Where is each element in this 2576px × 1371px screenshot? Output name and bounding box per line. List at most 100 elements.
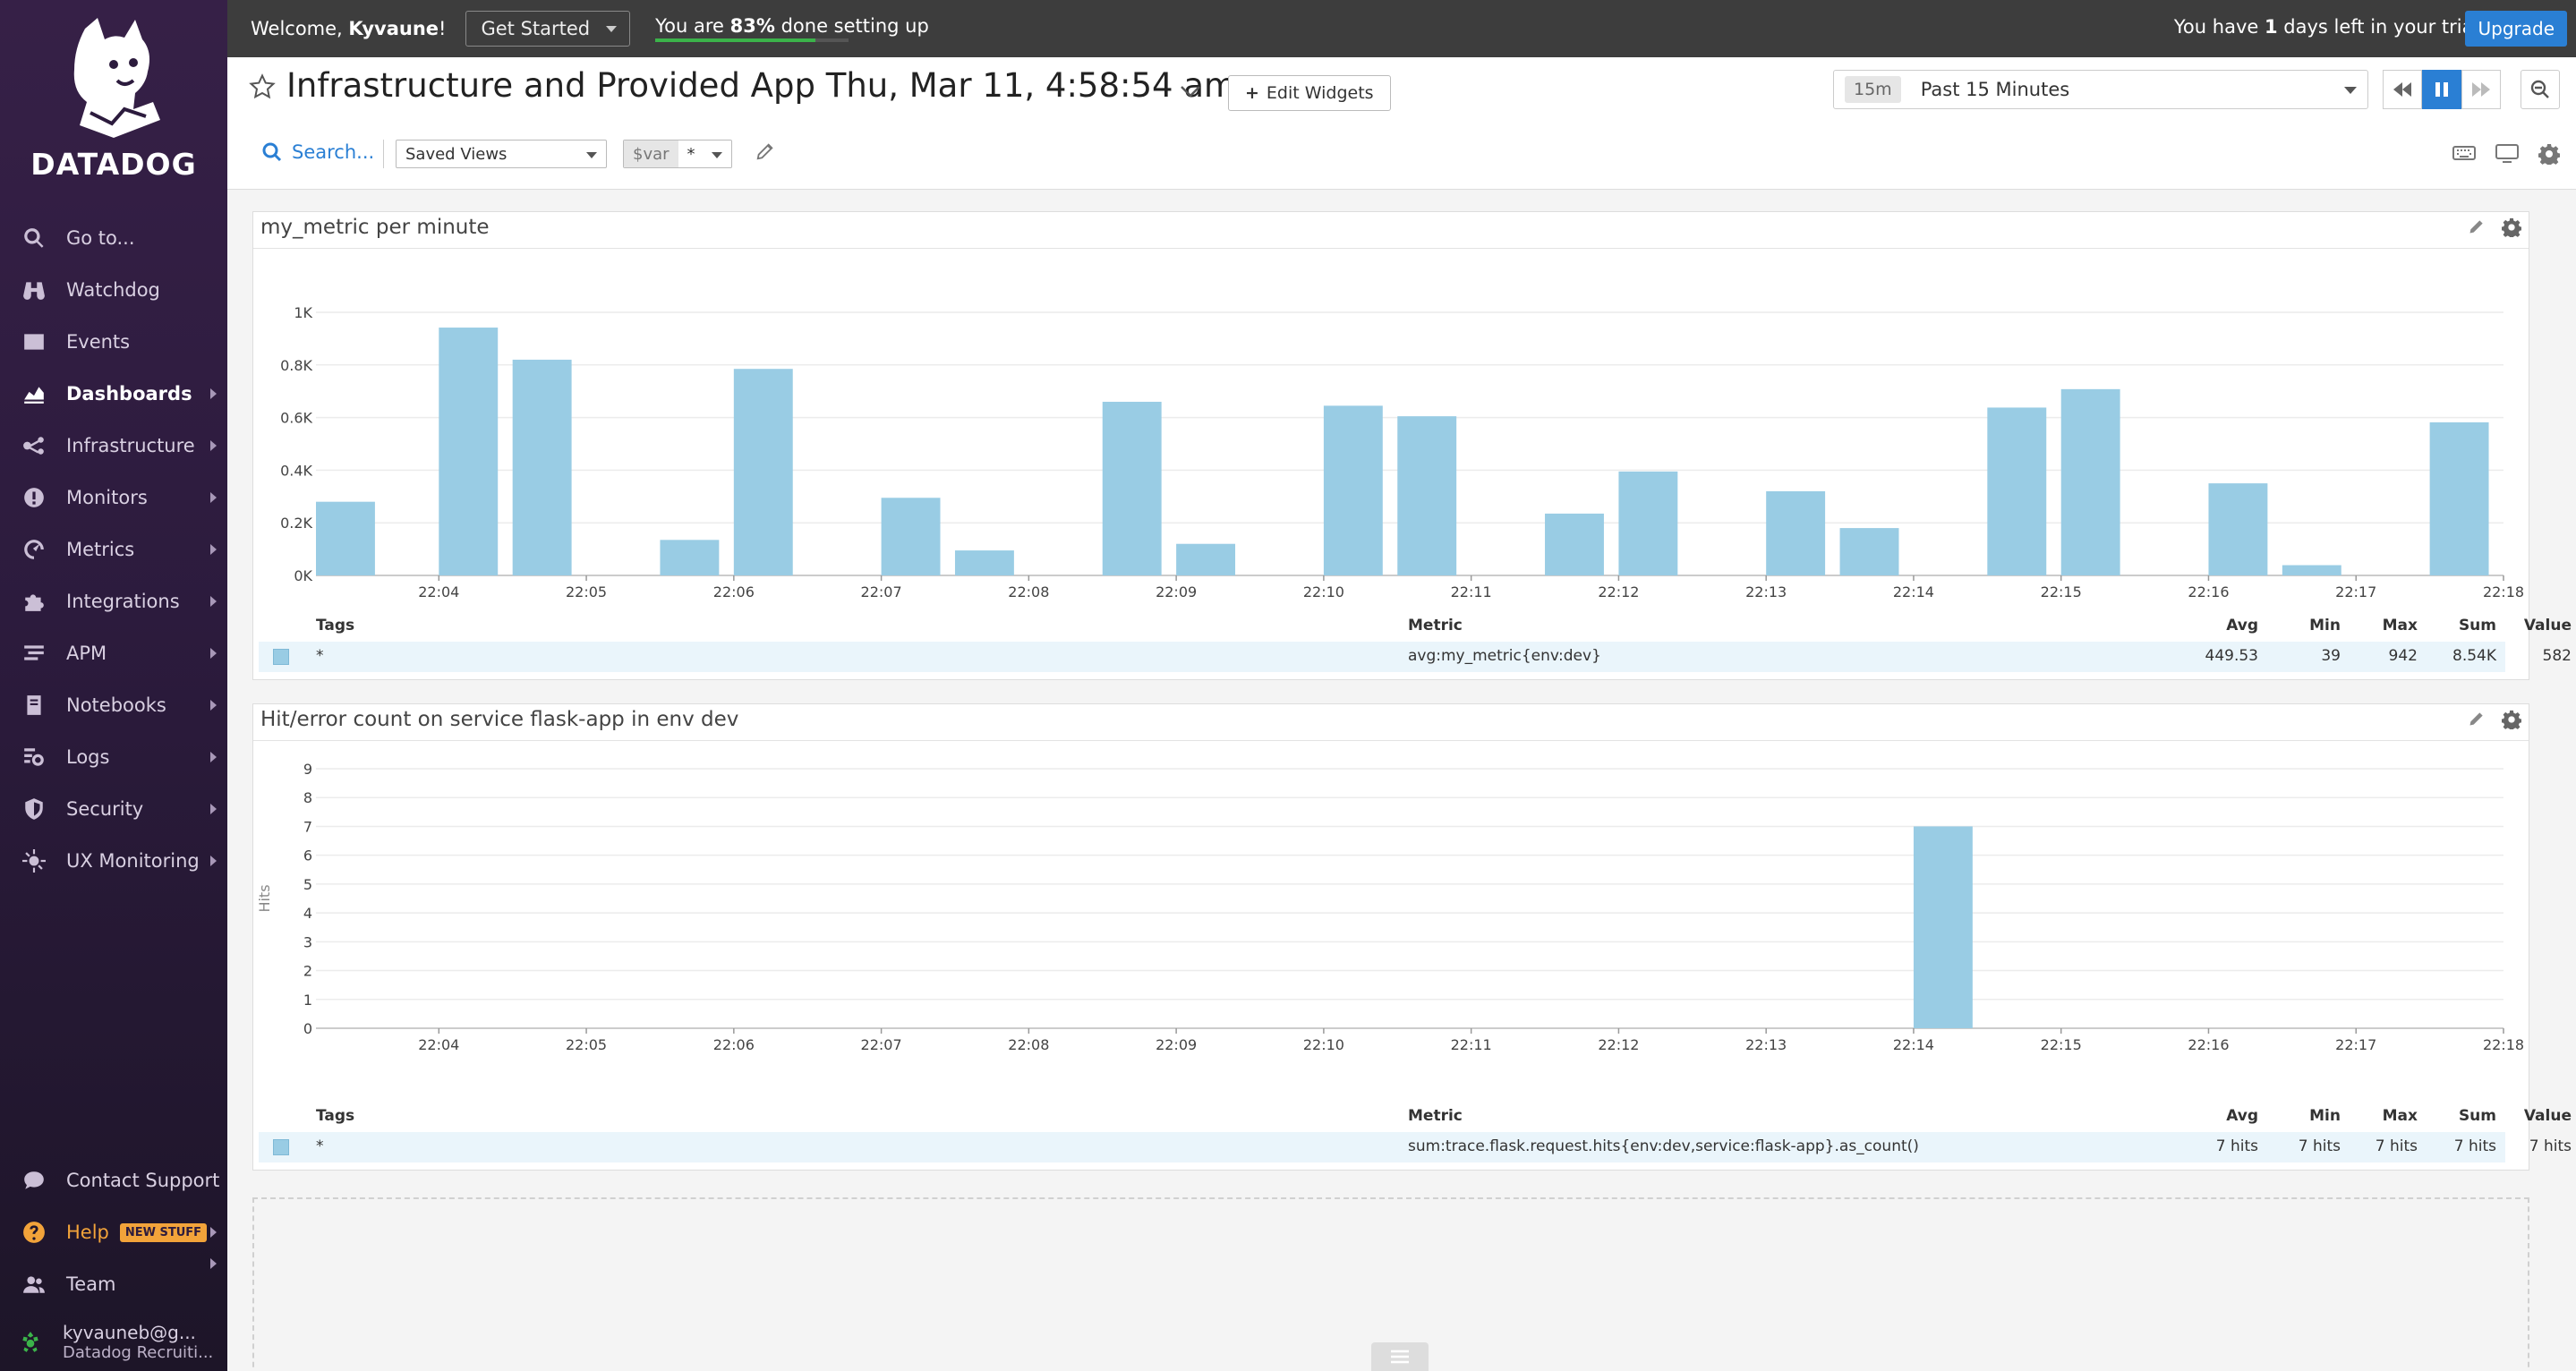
time-range-picker[interactable]: 15m Past 15 Minutes	[1833, 70, 2368, 109]
trial-message: You have 1 days left in your trial.	[2174, 16, 2485, 38]
chart-bar	[1545, 513, 1604, 575]
sidebar-item-label: APM	[66, 643, 107, 664]
x-tick-label: 22:04	[418, 583, 459, 600]
legend-header-avg: Avg	[2226, 1107, 2258, 1125]
chart-bar	[1323, 405, 1383, 575]
sidebar-item-notebooks[interactable]: Notebooks	[0, 679, 227, 731]
new-stuff-badge: NEW STUFF	[119, 1222, 208, 1242]
x-tick-label: 22:08	[1008, 583, 1049, 600]
widget-tray-toggle[interactable]	[1371, 1342, 1429, 1371]
chart-bar	[1618, 471, 1678, 575]
contact-support-label: Contact Support	[66, 1170, 220, 1191]
dashboard-icon	[21, 381, 47, 406]
sidebar-item-dashboards[interactable]: Dashboards	[0, 368, 227, 420]
user-org: Datadog Recruiti...	[63, 1342, 214, 1362]
template-variable-value[interactable]: *	[678, 141, 731, 167]
pause-button[interactable]	[2422, 70, 2461, 109]
x-tick-label: 22:14	[1893, 583, 1934, 600]
template-variable[interactable]: $var *	[623, 140, 732, 168]
chevron-right-icon	[210, 804, 217, 814]
x-tick-label: 22:07	[861, 1036, 902, 1053]
x-tick-label: 22:05	[566, 1036, 607, 1053]
help-link[interactable]: Help NEW STUFF	[0, 1206, 227, 1258]
series-color-swatch[interactable]	[273, 1139, 289, 1155]
dashboard-title[interactable]: Infrastructure and Provided App Thu, Mar…	[286, 66, 1236, 105]
y-tick-label: 0K	[294, 567, 312, 584]
series-color-swatch[interactable]	[273, 649, 289, 665]
tv-mode-icon[interactable]	[2495, 143, 2519, 163]
y-tick-label: 4	[303, 905, 312, 922]
chart-bar	[1397, 416, 1457, 575]
y-tick-label: 9	[303, 761, 312, 778]
gear-icon[interactable]	[2538, 143, 2560, 165]
sidebar-bottom: Contact Support Help NEW STUFF Team kyva…	[0, 1154, 227, 1371]
search-button[interactable]: Search...	[261, 141, 374, 163]
events-icon	[21, 329, 47, 354]
rewind-button[interactable]	[2383, 70, 2422, 109]
widget-tools	[2468, 217, 2521, 237]
sidebar-item-apm[interactable]: APM	[0, 627, 227, 679]
sidebar-item-monitors[interactable]: Monitors	[0, 472, 227, 524]
upgrade-button[interactable]: Upgrade	[2465, 11, 2567, 47]
sidebar-item-infrastructure[interactable]: Infrastructure	[0, 420, 227, 472]
x-tick-label: 22:10	[1303, 1036, 1344, 1053]
contact-support-link[interactable]: Contact Support	[0, 1154, 227, 1206]
favorite-star-icon[interactable]	[249, 73, 276, 100]
setup-progress[interactable]: You are 83% done setting up	[655, 15, 929, 42]
sidebar-item-metrics[interactable]: Metrics	[0, 524, 227, 575]
widget-my-metric: my_metric per minute 0K 0.2K 0.4K 0.6K 0.8K 1…	[252, 211, 2572, 680]
search-label: Search...	[292, 141, 375, 163]
gear-icon[interactable]	[2502, 217, 2521, 237]
sidebar-item-logs[interactable]: Logs	[0, 731, 227, 783]
legend-row-metric: sum:trace.flask.request.hits{env:dev,ser…	[1408, 1137, 1919, 1155]
chart-flask-hits[interactable]: 0 1 2 3 4 5 6 7 8 9 22:04 22:05 22:06 22:07 22:08 22:09…	[253, 740, 2530, 1098]
edit-variables-pencil-icon[interactable]	[755, 141, 775, 161]
sidebar-item-integrations[interactable]: Integrations	[0, 575, 227, 627]
sidebar-item-watchdog[interactable]: Watchdog	[0, 264, 227, 316]
fast-forward-button[interactable]	[2461, 70, 2501, 109]
legend-row-sum: 8.54K	[2452, 647, 2496, 665]
legend-row[interactable]: * sum:trace.flask.request.hits{env:dev,s…	[259, 1132, 2572, 1162]
edit-pencil-icon[interactable]	[2468, 710, 2486, 728]
edit-pencil-icon[interactable]	[2468, 217, 2486, 235]
x-tick-label: 22:15	[2041, 583, 2082, 600]
edit-widgets-button[interactable]: + Edit Widgets	[1228, 75, 1391, 111]
sidebar-item-ux-monitoring[interactable]: UX Monitoring	[0, 835, 227, 887]
y-tick-label: 0.2K	[280, 515, 312, 532]
user-menu[interactable]: kyvauneb@g... Datadog Recruiti...	[0, 1258, 227, 1371]
saved-views-dropdown[interactable]: Saved Views	[396, 140, 607, 168]
zoom-out-button[interactable]	[2521, 70, 2560, 109]
get-started-dropdown[interactable]: Get Started	[465, 11, 631, 47]
progress-prefix: You are	[655, 15, 730, 37]
gear-icon[interactable]	[2502, 710, 2521, 729]
x-tick-label: 22:06	[713, 583, 755, 600]
welcome-message: Welcome, Kyvaune!	[251, 18, 446, 39]
x-tick-label: 22:08	[1008, 1036, 1049, 1053]
metrics-icon	[21, 537, 47, 562]
x-tick-label: 22:04	[418, 1036, 459, 1053]
chart-bar	[2429, 422, 2489, 575]
chevron-right-icon	[210, 492, 217, 503]
user-email: kyvauneb@g...	[63, 1321, 196, 1343]
apm-icon	[21, 641, 47, 666]
chart-bar	[1913, 826, 1973, 1028]
chevron-down-icon[interactable]	[1180, 84, 1201, 98]
chart-bar	[439, 328, 499, 575]
y-tick-label: 6	[303, 847, 312, 864]
datadog-logo[interactable]: DATADOG	[0, 13, 227, 192]
help-label: Help	[66, 1222, 109, 1243]
chevron-right-icon	[210, 752, 217, 762]
keyboard-icon[interactable]	[2452, 143, 2476, 163]
y-tick-label: 0.4K	[280, 462, 312, 479]
sidebar-item-goto[interactable]: Go to...	[0, 212, 227, 264]
legend-row[interactable]: * avg:my_metric{env:dev} 449.53 39 942 8…	[259, 642, 2572, 672]
chevron-right-icon	[210, 1258, 217, 1269]
sidebar-item-security[interactable]: Security	[0, 783, 227, 835]
legend-row-max: 942	[2388, 647, 2418, 665]
sidebar-item-label: Events	[66, 331, 131, 353]
team-link[interactable]: Team	[0, 1258, 227, 1310]
sidebar-item-events[interactable]: Events	[0, 316, 227, 368]
help-icon	[21, 1220, 47, 1245]
chevron-right-icon	[210, 700, 217, 711]
x-tick-label: 22:16	[2188, 583, 2229, 600]
